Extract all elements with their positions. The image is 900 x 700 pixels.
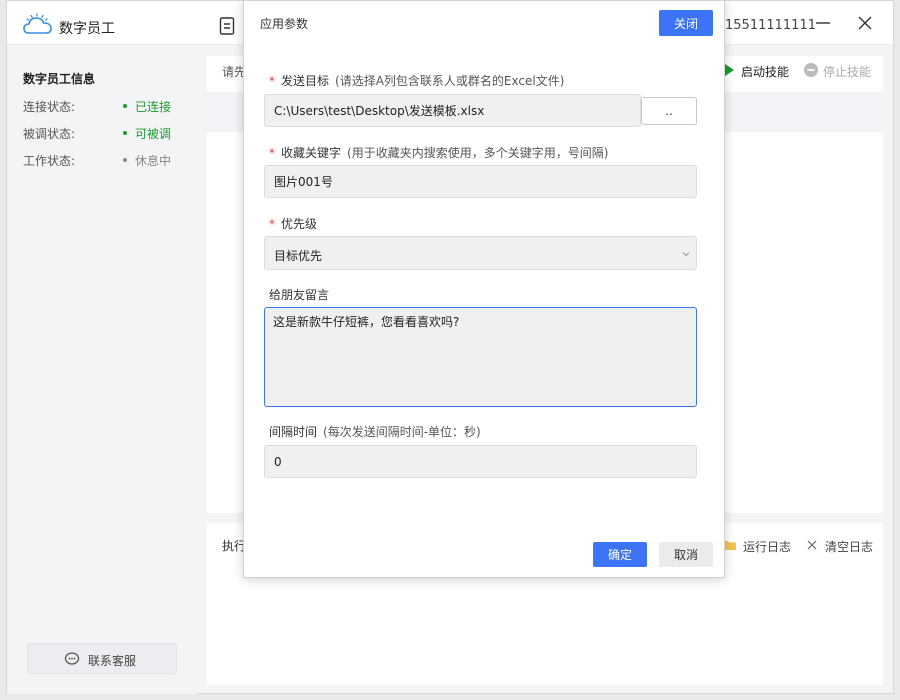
status-row-callable: 被调状态: 可被调 xyxy=(23,123,183,143)
status-value: 可被调 xyxy=(135,127,172,141)
sidebar-title: 数字员工信息 xyxy=(23,72,96,86)
app-title: 数字员工 xyxy=(59,21,115,37)
clear-x-icon xyxy=(807,540,817,550)
status-row-work: 工作状态: 休息中 xyxy=(23,150,183,170)
status-row-connection: 连接状态: 已连接 xyxy=(23,96,183,116)
status-key: 被调状态: xyxy=(23,127,76,141)
required-mark: * xyxy=(269,217,275,231)
target-file-input[interactable] xyxy=(264,94,641,127)
stop-skill-button[interactable]: 停止技能 xyxy=(803,60,881,80)
dialog-close-button[interactable]: 关闭 xyxy=(659,10,713,36)
target-field-label: * 发送目标 (请选择A列包含联系人或群名的Excel文件) xyxy=(269,72,564,89)
interval-label: 间隔时间 xyxy=(269,425,318,439)
target-hint: (请选择A列包含联系人或群名的Excel文件) xyxy=(335,74,565,88)
sidebar: 数字员工信息 连接状态: 已连接 被调状态: 可被调 工作状态: 休息中 联系客… xyxy=(7,46,197,694)
clear-log-label: 清空日志 xyxy=(825,540,874,554)
cloud-logo-icon xyxy=(23,13,52,34)
clear-log-button[interactable]: 清空日志 xyxy=(805,537,881,555)
contact-support-button[interactable]: 联系客服 xyxy=(27,643,177,674)
user-phone: 15511111111 xyxy=(725,18,816,33)
status-dot xyxy=(123,131,127,135)
priority-field-label: * 优先级 xyxy=(269,215,317,232)
support-label: 联系客服 xyxy=(88,654,137,668)
run-log-label: 运行日志 xyxy=(743,540,792,554)
status-dot xyxy=(123,158,127,162)
interval-field-label: 间隔时间 (每次发送间隔时间-单位：秒) xyxy=(269,423,481,440)
priority-label: 优先级 xyxy=(281,217,318,231)
message-label: 给朋友留言 xyxy=(269,288,330,302)
chat-bubble-icon xyxy=(64,652,80,665)
confirm-button[interactable]: 确定 xyxy=(593,542,647,567)
dialog-title: 应用参数 xyxy=(260,17,309,31)
message-textarea[interactable]: 这是新款牛仔短裤，您看看喜欢吗? xyxy=(264,307,697,407)
start-skill-label: 启动技能 xyxy=(741,65,790,79)
status-key: 工作状态: xyxy=(23,154,76,168)
required-mark: * xyxy=(269,146,275,160)
window-close-icon[interactable] xyxy=(855,13,875,33)
browse-button[interactable]: .. xyxy=(641,97,697,125)
target-label: 发送目标 xyxy=(281,74,330,88)
priority-select[interactable]: 目标优先 xyxy=(264,236,697,270)
priority-value: 目标优先 xyxy=(274,249,323,263)
cancel-button[interactable]: 取消 xyxy=(659,542,713,567)
chevron-down-icon xyxy=(682,252,690,257)
interval-hint: (每次发送间隔时间-单位：秒) xyxy=(323,425,481,439)
required-mark: * xyxy=(269,74,275,88)
message-field-label: 给朋友留言 xyxy=(269,286,329,303)
stop-skill-label: 停止技能 xyxy=(823,65,872,79)
run-log-button[interactable]: 运行日志 xyxy=(723,537,803,555)
keyword-hint: (用于收藏夹内搜索使用，多个关键字用，号间隔) xyxy=(347,146,609,160)
interval-input[interactable] xyxy=(264,445,697,478)
minimize-icon[interactable] xyxy=(813,13,833,33)
document-icon[interactable] xyxy=(219,17,235,35)
stop-icon xyxy=(804,63,818,77)
app-params-dialog: 应用参数 关闭 *发送目标(请选择A列包含联系人或群名的Excel文件) .. … xyxy=(243,0,725,578)
keyword-label: 收藏关键字 xyxy=(281,146,342,160)
status-dot xyxy=(123,104,127,108)
keyword-field-label: * 收藏关键字 (用于收藏夹内搜索使用，多个关键字用，号间隔) xyxy=(269,144,608,161)
status-value: 已连接 xyxy=(135,100,172,114)
keyword-input[interactable] xyxy=(264,165,697,198)
folder-icon xyxy=(724,541,736,550)
status-key: 连接状态: xyxy=(23,100,76,114)
start-skill-button[interactable]: 启动技能 xyxy=(721,60,801,80)
status-value: 休息中 xyxy=(135,154,172,168)
